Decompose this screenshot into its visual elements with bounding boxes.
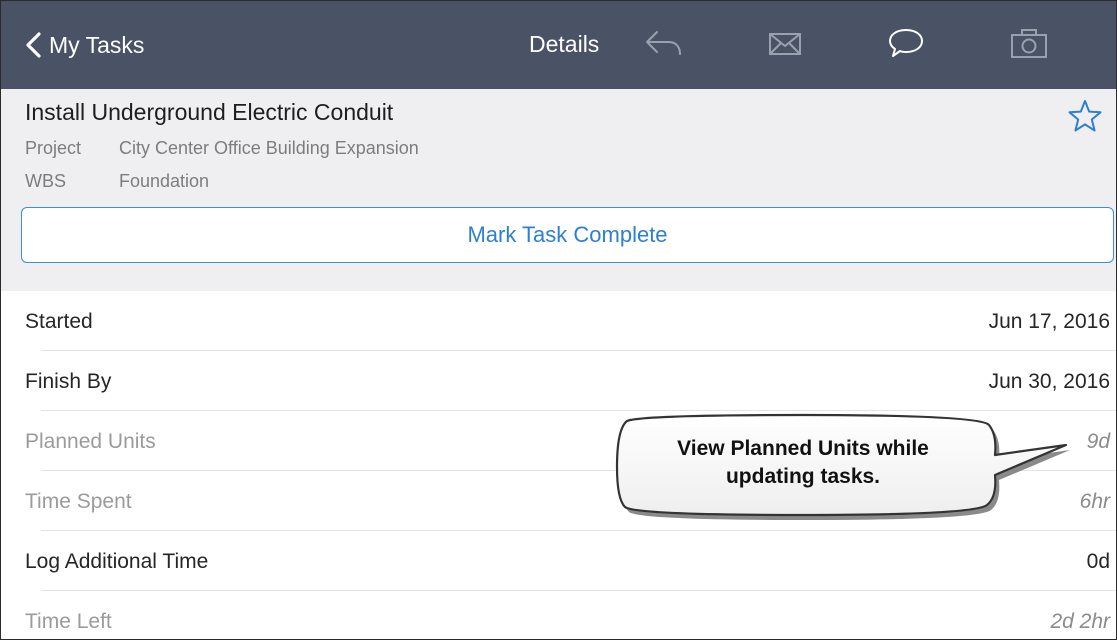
row-value: 6hr — [1079, 490, 1110, 513]
callout-line-1: View Planned Units while — [677, 437, 929, 460]
wbs-row: WBS Foundation — [25, 171, 209, 192]
log-additional-time-row[interactable]: Log Additional Time 0d — [1, 531, 1116, 591]
page-title: Details — [529, 31, 600, 57]
row-label: Time Left — [25, 610, 112, 633]
camera-icon[interactable] — [1008, 25, 1050, 66]
row-label: Planned Units — [25, 430, 156, 453]
row-value: Jun 17, 2016 — [988, 310, 1110, 333]
reply-icon[interactable] — [643, 25, 685, 66]
row-label: Time Spent — [25, 490, 132, 513]
task-header: Install Underground Electric Conduit Pro… — [1, 89, 1116, 291]
app-frame: My Tasks Details Install Underground Ele… — [0, 0, 1117, 640]
back-label: My Tasks — [49, 31, 145, 58]
back-button[interactable]: My Tasks — [25, 27, 144, 63]
callout-text: View Planned Units while updating tasks. — [633, 435, 973, 491]
nav-bar: My Tasks Details — [1, 1, 1116, 89]
callout-line-2: updating tasks. — [725, 465, 881, 488]
mark-task-complete-button[interactable]: Mark Task Complete — [21, 207, 1114, 263]
chevron-left-icon — [26, 32, 41, 58]
wbs-value: Foundation — [119, 171, 210, 191]
row-label: Finish By — [25, 370, 112, 393]
row-value: 2d 2hr — [1050, 610, 1110, 633]
project-row: Project City Center Office Building Expa… — [25, 138, 419, 159]
wbs-label: WBS — [25, 171, 67, 191]
time-left-row: Time Left 2d 2hr — [1, 591, 1116, 639]
mail-icon[interactable] — [765, 25, 807, 66]
project-label: Project — [25, 138, 82, 158]
comment-icon[interactable] — [886, 25, 928, 66]
project-value: City Center Office Building Expansion — [119, 138, 419, 158]
row-value: 0d — [1086, 550, 1110, 573]
row-label: Started — [25, 310, 93, 333]
row-label: Log Additional Time — [25, 550, 209, 573]
started-row[interactable]: Started Jun 17, 2016 — [1, 291, 1116, 351]
task-title: Install Underground Electric Conduit — [25, 99, 394, 125]
finish-by-row[interactable]: Finish By Jun 30, 2016 — [1, 351, 1116, 411]
star-icon[interactable] — [1067, 99, 1103, 138]
row-value: Jun 30, 2016 — [988, 370, 1110, 393]
callout-annotation: View Planned Units while updating tasks. — [611, 413, 1071, 528]
row-value: 9d — [1086, 430, 1110, 453]
